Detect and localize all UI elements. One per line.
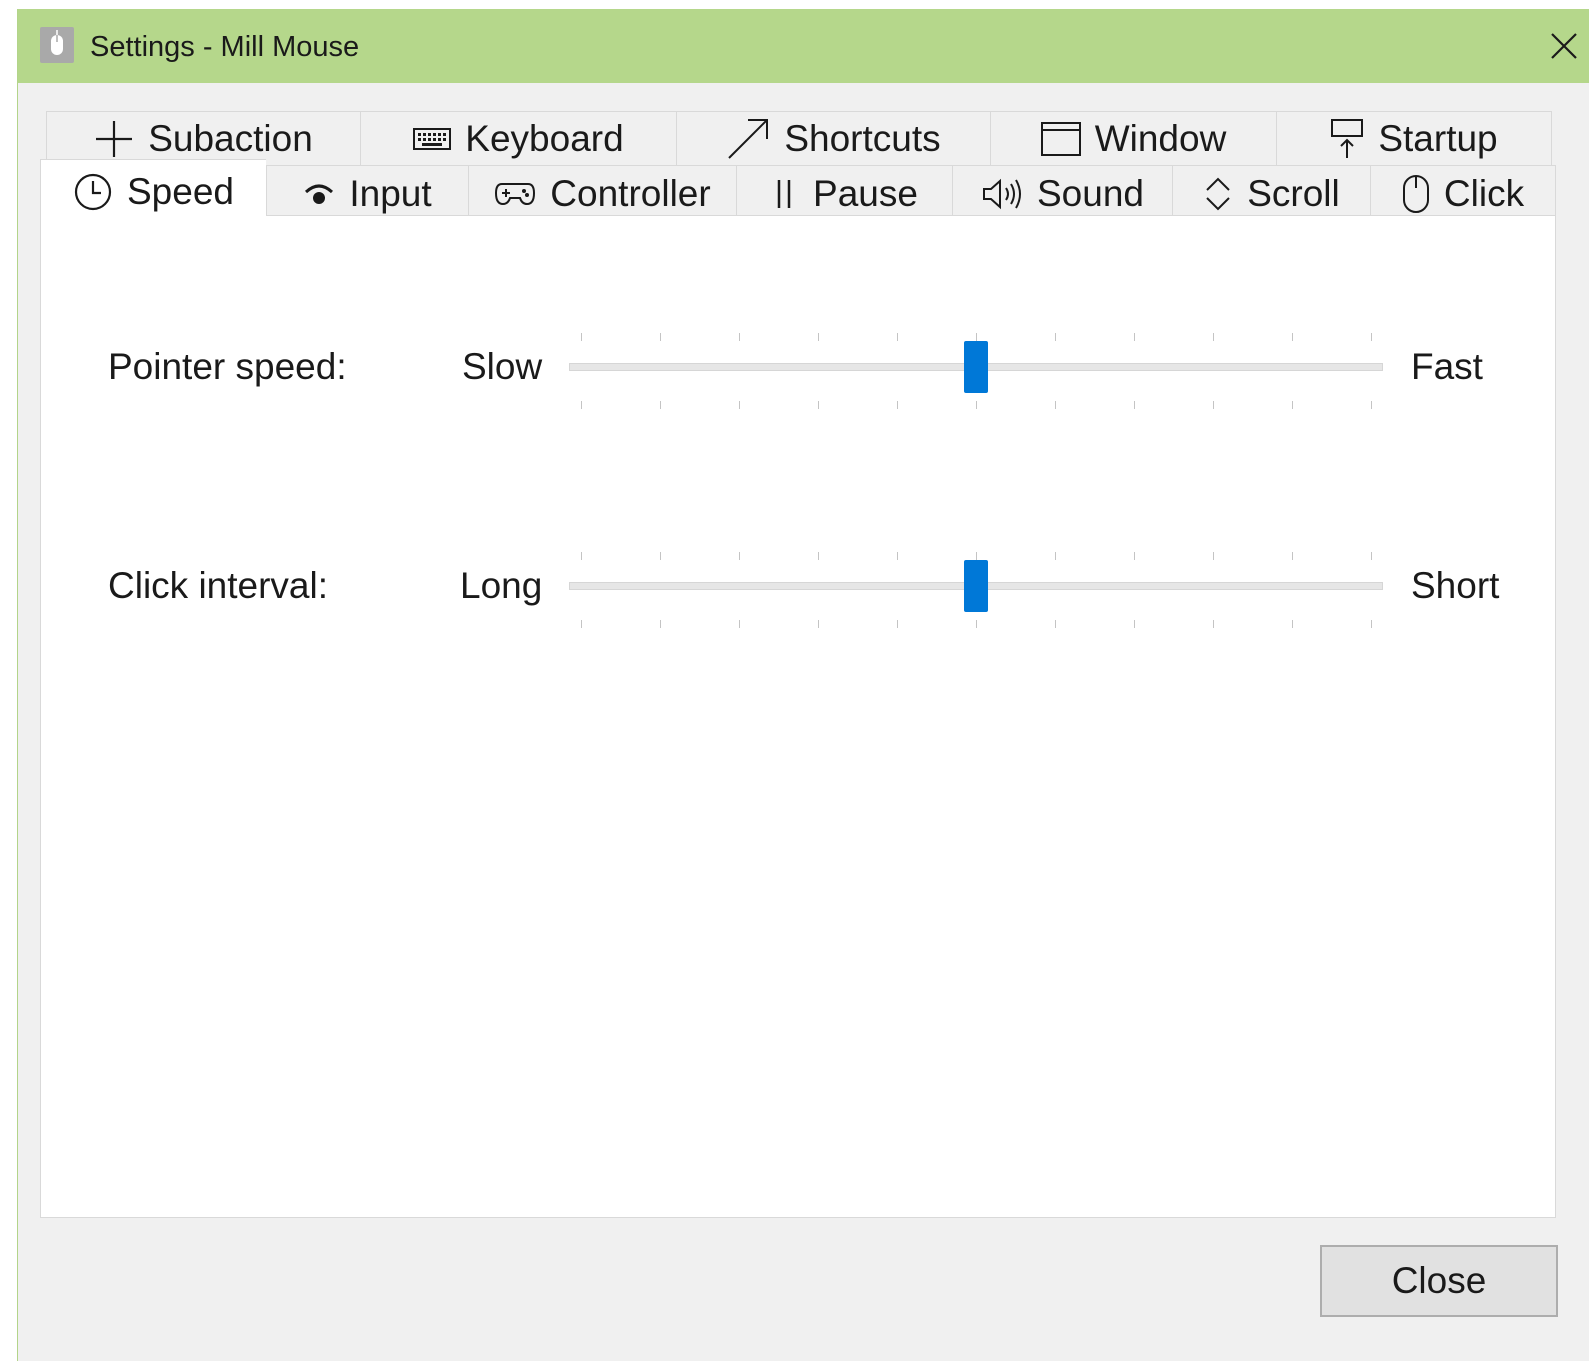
slider-thumb[interactable] — [964, 560, 988, 612]
slider-tick — [818, 401, 819, 409]
pointer-speed-max-label: Fast — [1411, 346, 1483, 387]
click-interval-slider[interactable] — [569, 538, 1383, 638]
tab-label: Pause — [813, 173, 918, 214]
close-window-icon[interactable] — [1539, 21, 1589, 71]
slider-tick — [1371, 333, 1372, 341]
click-interval-min-label: Long — [460, 565, 543, 606]
slider-tick — [897, 620, 898, 628]
slider-tick — [739, 620, 740, 628]
plus-icon — [94, 119, 134, 159]
slider-tick — [897, 401, 898, 409]
tab-window[interactable]: Window — [990, 111, 1276, 167]
slider-tick — [1055, 333, 1056, 341]
slider-tick — [1292, 620, 1293, 628]
slider-tick — [1213, 552, 1214, 560]
slider-tick — [976, 401, 977, 409]
slider-tick — [581, 333, 582, 341]
slider-tick — [660, 401, 661, 409]
pause-icon — [771, 177, 799, 211]
slider-tick — [1213, 401, 1214, 409]
scroll-icon — [1203, 174, 1233, 214]
tab-label: Sound — [1037, 173, 1144, 214]
click-interval-max-label: Short — [1411, 565, 1500, 606]
slider-tick — [1371, 620, 1372, 628]
slider-tick — [1292, 401, 1293, 409]
slider-tick — [976, 552, 977, 560]
tab-label: Scroll — [1247, 173, 1340, 214]
tab-label: Controller — [550, 173, 711, 214]
settings-window: Settings - Mill Mouse Subaction Keyboard… — [17, 9, 1589, 1361]
title-bar[interactable]: Settings - Mill Mouse — [18, 9, 1589, 83]
slider-tick — [897, 333, 898, 341]
tab-label: Click — [1443, 173, 1525, 214]
slider-tick — [1292, 333, 1293, 341]
slider-tick — [1213, 620, 1214, 628]
slider-thumb[interactable] — [964, 341, 988, 393]
slider-tick — [1292, 552, 1293, 560]
close-button[interactable]: Close — [1320, 1245, 1558, 1317]
pointer-speed-label: Pointer speed: — [108, 346, 347, 387]
arrow-up-right-icon — [726, 117, 770, 161]
pointer-speed-slider[interactable] — [569, 319, 1383, 419]
tab-row-back: Subaction Keyboard Shortcuts Window Star… — [46, 111, 1552, 167]
mouse-app-icon — [40, 27, 74, 63]
tab-label: Subaction — [148, 118, 313, 159]
slider-tick — [1134, 620, 1135, 628]
tab-label: Speed — [127, 170, 234, 212]
keyboard-icon — [413, 128, 452, 150]
slider-tick — [818, 552, 819, 560]
gamepad-icon — [494, 181, 536, 207]
startup-icon — [1330, 118, 1364, 160]
tab-label: Window — [1094, 118, 1227, 159]
slider-tick — [581, 620, 582, 628]
slider-tick — [818, 620, 819, 628]
slider-tick — [739, 333, 740, 341]
slider-tick — [581, 401, 582, 409]
tab-speed[interactable]: Speed — [40, 159, 266, 223]
slider-tick — [1055, 552, 1056, 560]
slider-tick — [1134, 333, 1135, 341]
slider-tick — [739, 552, 740, 560]
slider-tick — [818, 333, 819, 341]
slider-tick — [1134, 552, 1135, 560]
slider-tick — [660, 552, 661, 560]
slider-tick — [897, 552, 898, 560]
slider-tick — [1213, 333, 1214, 341]
slider-tick — [976, 333, 977, 341]
tab-label: Startup — [1378, 118, 1498, 159]
slider-tick — [739, 401, 740, 409]
pointer-speed-min-label: Slow — [462, 346, 543, 387]
mouse-icon — [1402, 174, 1430, 214]
slider-tick — [1055, 401, 1056, 409]
speaker-icon — [981, 177, 1023, 211]
tab-label: Input — [349, 173, 432, 214]
slider-tick — [1371, 401, 1372, 409]
slider-tick — [976, 620, 977, 628]
tab-label: Shortcuts — [784, 118, 941, 159]
slider-tick — [1134, 401, 1135, 409]
tab-shortcuts[interactable]: Shortcuts — [676, 111, 990, 167]
window-icon — [1040, 122, 1081, 156]
slider-tick — [660, 333, 661, 341]
window-title: Settings - Mill Mouse — [90, 31, 360, 63]
tab-label: Keyboard — [465, 118, 624, 159]
tab-keyboard[interactable]: Keyboard — [360, 111, 676, 167]
slider-tick — [1371, 552, 1372, 560]
input-icon — [303, 180, 335, 208]
clock-icon — [73, 172, 113, 212]
slider-tick — [581, 552, 582, 560]
slider-tick — [1055, 620, 1056, 628]
slider-tick — [660, 620, 661, 628]
speed-panel: Pointer speed: Slow Fast Click interval:… — [40, 215, 1556, 1218]
tab-startup[interactable]: Startup — [1276, 111, 1552, 167]
click-interval-label: Click interval: — [108, 565, 328, 606]
